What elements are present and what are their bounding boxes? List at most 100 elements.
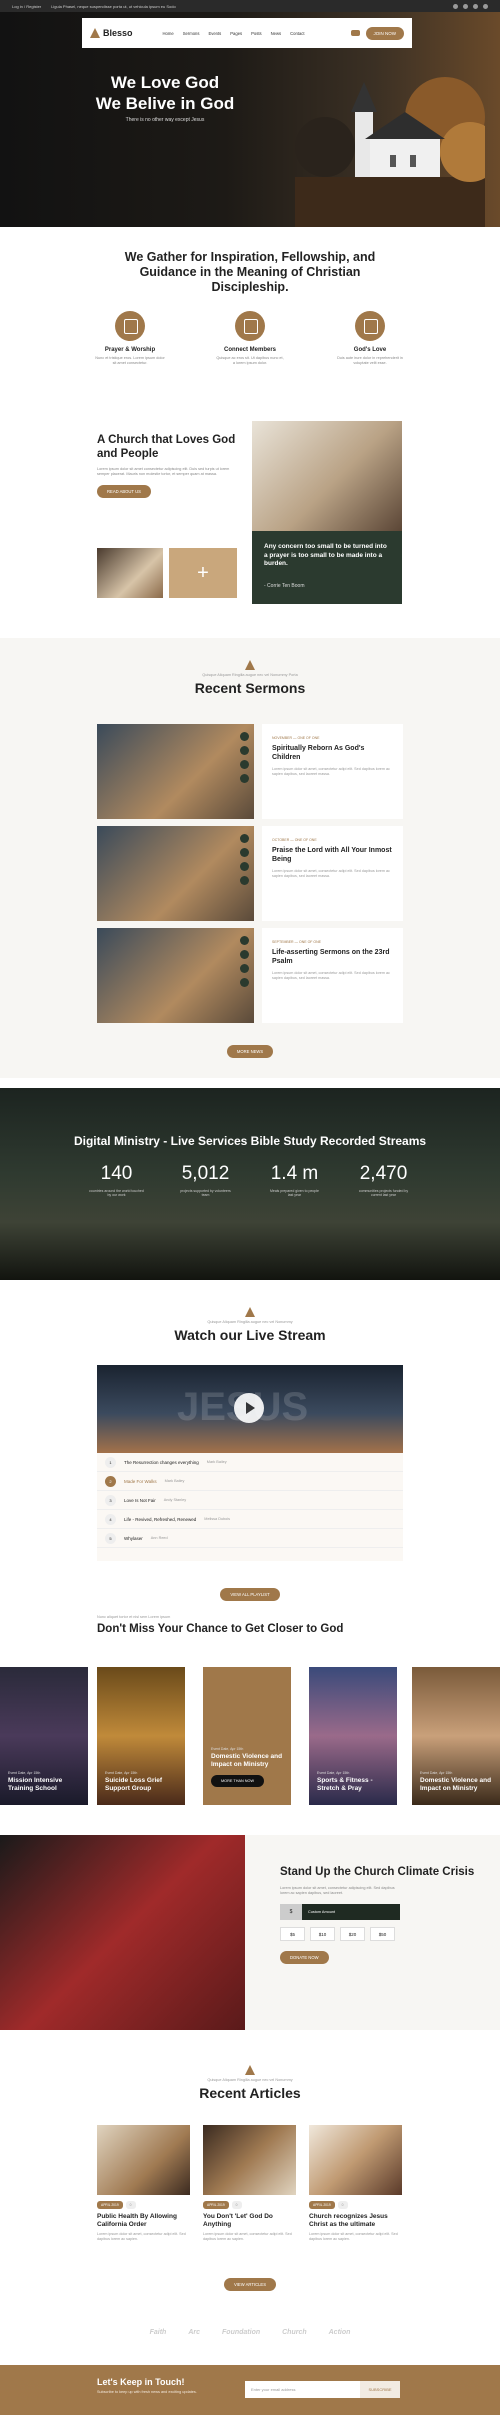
- view-articles-button[interactable]: View articles: [223, 2278, 277, 2291]
- amount-option[interactable]: $5: [280, 1927, 305, 1941]
- read-about-button[interactable]: Read about us: [97, 485, 151, 498]
- event-cards: Event Date, Apr 15th Mission Intensive Tr…: [0, 1667, 500, 1805]
- nav-pages[interactable]: Pages: [230, 31, 242, 36]
- about-title: A Church that Loves God and People: [97, 434, 236, 460]
- event-card[interactable]: Event Date, Apr 15th Suicide Loss Grief S…: [97, 1667, 185, 1805]
- email-input[interactable]: Enter your email address: [245, 2381, 360, 2398]
- sermon-item[interactable]: NOVEMBER — ONE OF ONE Spiritually Reborn…: [97, 724, 403, 819]
- audio-icon[interactable]: [240, 834, 249, 843]
- feature-list: Prayer & Worship Nunc et tristique eros.…: [0, 311, 500, 366]
- partner-logo[interactable]: Arc: [188, 2329, 200, 2336]
- main-nav: Blesso Home Sermons Events Pages Posts N…: [82, 18, 412, 48]
- event-card[interactable]: Event Date, Apr 15th Domestic Violence an…: [203, 1667, 291, 1805]
- book-icon[interactable]: [240, 876, 249, 885]
- article-title[interactable]: Public Health By Allowing California Ord…: [97, 2213, 190, 2229]
- newsletter-footer: Let's Keep in Touch! Subscribe to keep u…: [0, 2365, 500, 2415]
- download-icon[interactable]: [240, 964, 249, 973]
- video-player[interactable]: JESUS: [97, 1365, 403, 1453]
- event-date: Event Date, Apr 15th: [420, 1771, 453, 1775]
- more-news-button[interactable]: More news: [226, 1045, 274, 1058]
- event-card[interactable]: Event Date, Apr 15th Domestic Violence an…: [412, 1667, 500, 1805]
- sermon-item[interactable]: OCTOBER — ONE OF ONE Praise the Lord wit…: [97, 826, 403, 921]
- amount-option[interactable]: $50: [370, 1927, 395, 1941]
- sermon-item[interactable]: SEPTEMBER — ONE OF ONE Life-asserting Se…: [97, 928, 403, 1023]
- partner-logo[interactable]: Action: [329, 2329, 351, 2336]
- article-card[interactable]: APRIL 2019 0 You Don't 'Let' God Do Anyth…: [203, 2125, 296, 2242]
- about-text: Lorem ipsum dolor sit amet consectetur a…: [97, 467, 230, 476]
- feature-text: Quisque ac eros sit. Ut dapibus nunc et,…: [216, 356, 284, 365]
- youtube-icon[interactable]: [473, 3, 478, 9]
- nav-links: Home Sermons Events Pages Posts News Con…: [163, 31, 305, 36]
- nav-home[interactable]: Home: [163, 31, 174, 36]
- article-text: Lorem ipsum dolor sit amet, consectetur …: [203, 2232, 292, 2241]
- playlist-track[interactable]: 2 Made For Walks Mark Bailey: [97, 1472, 403, 1491]
- ministry-section: Digital Ministry - Live Services Bible S…: [0, 1088, 500, 1280]
- video-icon[interactable]: [240, 746, 249, 755]
- playlist-track[interactable]: 4 Life - Revived, Refreshed, Renewed Melis…: [97, 1510, 403, 1529]
- church-image: [295, 77, 485, 227]
- book-icon[interactable]: [240, 978, 249, 987]
- nav-sermons[interactable]: Sermons: [183, 31, 200, 36]
- video-icon[interactable]: [240, 848, 249, 857]
- article-card[interactable]: APRIL 2019 0 Public Health By Allowing Ca…: [97, 2125, 190, 2242]
- twitter-icon[interactable]: [463, 3, 468, 9]
- audio-icon[interactable]: [240, 732, 249, 741]
- event-more-button[interactable]: more than now: [211, 1775, 265, 1787]
- events-section: Nunc aliquet tortor et nisl sem Lorem ip…: [0, 1615, 500, 1805]
- gather-section: We Gather for Inspiration, Fellowship, a…: [0, 250, 500, 400]
- nav-events[interactable]: Events: [208, 31, 221, 36]
- stat-value: 5,012: [181, 1163, 230, 1184]
- plus-tile[interactable]: +: [169, 548, 237, 598]
- donate-button[interactable]: Donate Now: [280, 1951, 329, 1964]
- article-image: [203, 2125, 296, 2195]
- stat-label: projects supported by volunteers team: [180, 1189, 231, 1197]
- about-text-block: A Church that Loves God and People Lorem…: [97, 433, 242, 498]
- login-link[interactable]: Log in / Register: [12, 4, 41, 9]
- subscribe-button[interactable]: SUBSCRIBE: [360, 2381, 400, 2398]
- cross-icon: [245, 1307, 255, 1317]
- article-title[interactable]: Church recognizes Jesus Christ as the ul…: [309, 2213, 402, 2229]
- nav-contact[interactable]: Contact: [290, 31, 304, 36]
- section-title: Recent Articles: [199, 2085, 301, 2101]
- article-card[interactable]: APRIL 2019 0 Church recognizes Jesus Chri…: [309, 2125, 402, 2242]
- instagram-icon[interactable]: [483, 3, 488, 9]
- view-playlist-button[interactable]: View all playlist: [220, 1588, 280, 1601]
- track-title: Life - Revived, Refreshed, Renewed: [124, 1516, 197, 1522]
- nav-posts[interactable]: Posts: [251, 31, 261, 36]
- praying-man-image: [252, 421, 402, 531]
- amount-option[interactable]: $20: [340, 1927, 365, 1941]
- facebook-icon[interactable]: [453, 3, 458, 9]
- cart-icon[interactable]: [350, 30, 360, 36]
- partner-logo[interactable]: Foundation: [222, 2329, 260, 2336]
- sermon-title[interactable]: Life-asserting Sermons on the 23rd Psalm: [272, 948, 393, 966]
- logo[interactable]: Blesso: [90, 28, 133, 38]
- join-button[interactable]: JOIN NOW: [365, 26, 404, 40]
- article-text: Lorem ipsum dolor sit amet, consectetur …: [97, 2232, 186, 2241]
- playlist-track[interactable]: 5 Whylaser Ann Reed: [97, 1529, 403, 1548]
- play-icon[interactable]: [234, 1393, 264, 1423]
- partner-logo[interactable]: Faith: [150, 2329, 167, 2336]
- article-title[interactable]: You Don't 'Let' God Do Anything: [203, 2213, 296, 2229]
- partner-logo[interactable]: Church: [282, 2329, 307, 2336]
- book-icon[interactable]: [240, 774, 249, 783]
- audio-icon[interactable]: [240, 936, 249, 945]
- download-icon[interactable]: [240, 862, 249, 871]
- video-icon[interactable]: [240, 950, 249, 959]
- amount-option[interactable]: $10: [310, 1927, 335, 1941]
- amount-field[interactable]: $ Custom Amount: [280, 1904, 400, 1920]
- sermon-image: [97, 928, 254, 1023]
- amount-input[interactable]: Custom Amount: [302, 1904, 400, 1920]
- track-number: 5: [105, 1532, 116, 1544]
- donation-box: Stand Up the Church Climate Crisis Lorem…: [245, 1835, 500, 2030]
- event-date: Event Date, Apr 15th: [105, 1771, 138, 1775]
- playlist-track[interactable]: 3 Love Is Not Fair Andy Stanley: [97, 1491, 403, 1510]
- sermon-title[interactable]: Spiritually Reborn As God's Children: [272, 744, 393, 762]
- nav-news[interactable]: News: [271, 31, 281, 36]
- stat-item: 1.4 m Meals prepared given to people last…: [267, 1163, 322, 1197]
- event-card[interactable]: Event Date, Apr 15th Sports & Fitness - S…: [309, 1667, 397, 1805]
- articles-section: Quisque Aliquam Ringilla augue nec vel N…: [0, 2065, 500, 2310]
- playlist-track[interactable]: 1 The Resurrection changes everything Mark…: [97, 1453, 403, 1472]
- sermon-title[interactable]: Praise the Lord with All Your Inmost Bei…: [272, 846, 393, 864]
- event-card[interactable]: Event Date, Apr 15th Mission Intensive Tr…: [0, 1667, 88, 1805]
- download-icon[interactable]: [240, 760, 249, 769]
